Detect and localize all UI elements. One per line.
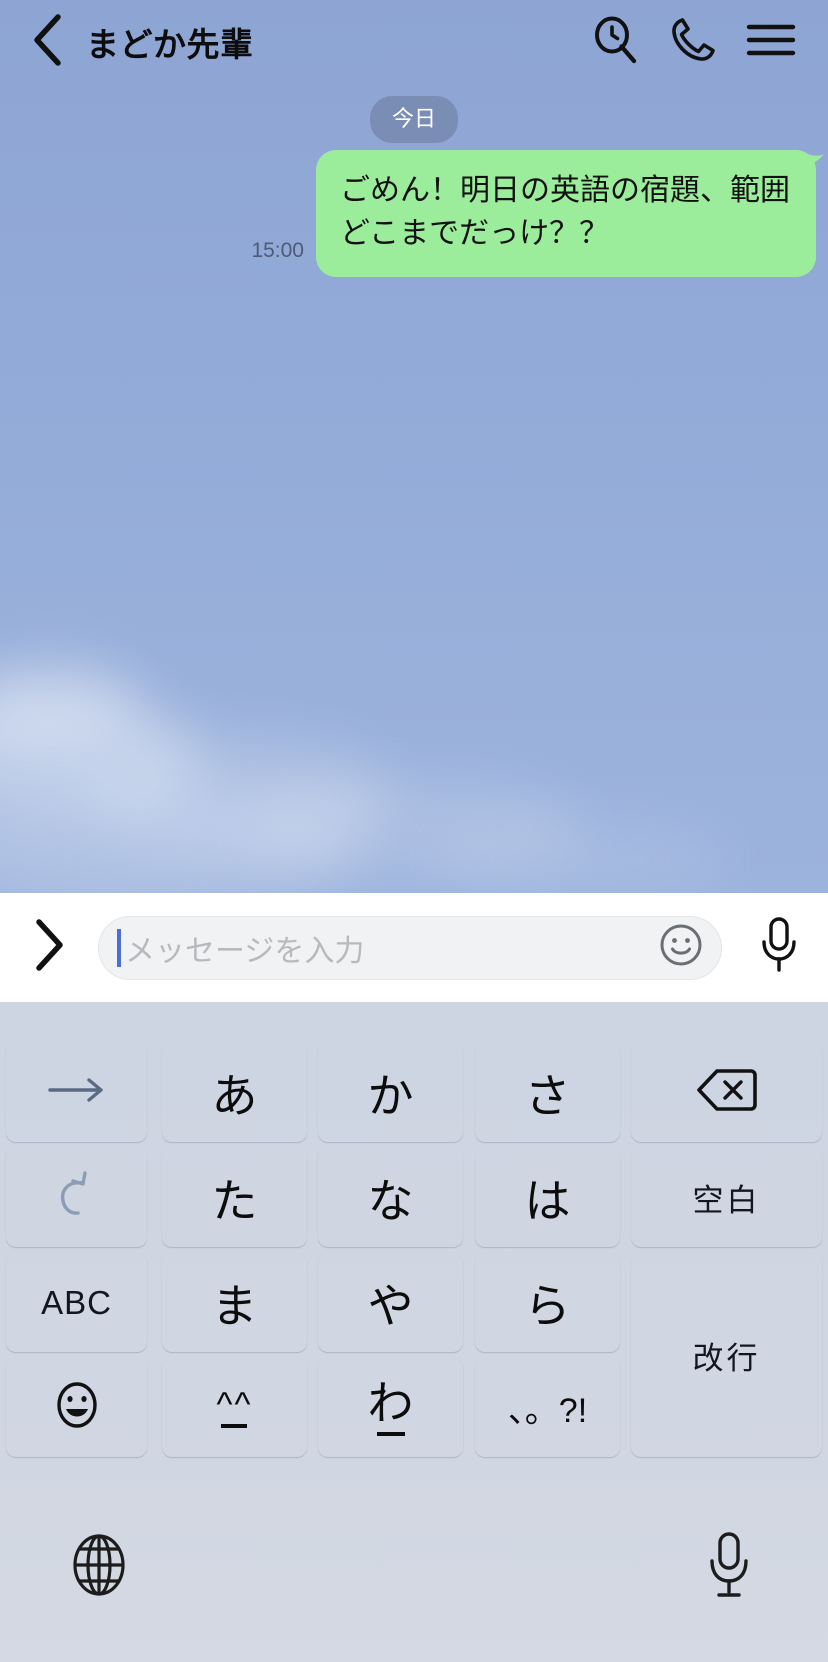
kaomoji-key[interactable]: ^^	[162, 1358, 307, 1457]
kana-ya-label: や	[367, 1279, 414, 1332]
kana-ta-label: た	[211, 1174, 258, 1227]
message-input-bar: メッセージを入力	[0, 893, 828, 1002]
kaomoji-glyph: ^^	[217, 1388, 253, 1428]
backspace-key[interactable]	[631, 1043, 822, 1142]
back-button[interactable]	[14, 0, 80, 84]
kana-na-label: な	[367, 1174, 414, 1227]
message-input-field[interactable]: メッセージを入力	[98, 915, 722, 980]
undo-icon	[53, 1169, 101, 1226]
globe-icon	[68, 1530, 130, 1605]
keyboard-bottom-bar	[0, 1472, 828, 1662]
smiley-face-icon	[52, 1377, 102, 1438]
message-bubble-wrapper: ごめん！明日の英語の宿題、範囲どこまでだっけ？？	[316, 150, 824, 278]
date-divider: 今日	[0, 96, 828, 143]
hamburger-menu-icon	[745, 20, 797, 65]
smiley-face-icon	[658, 922, 704, 973]
chat-header: まどか先輩	[0, 0, 828, 84]
date-pill-label: 今日	[369, 96, 458, 143]
cursor-right-key[interactable]	[6, 1043, 147, 1142]
kana-wa-glyph: わ	[368, 1380, 414, 1436]
message-row-outgoing: 15:00 ごめん！明日の英語の宿題、範囲どこまでだっけ？？	[0, 150, 828, 278]
emoji-key[interactable]	[6, 1358, 147, 1457]
message-text: ごめん！明日の英語の宿題、範囲どこまでだっけ？？	[340, 174, 790, 250]
call-button[interactable]	[654, 0, 732, 84]
abc-mode-label: ABC	[41, 1283, 112, 1321]
search-clock-icon	[590, 15, 640, 70]
kana-na-key[interactable]: な	[318, 1148, 463, 1247]
punctuation-key-label: 、。?!	[507, 1392, 588, 1430]
kana-ha-key[interactable]: は	[475, 1148, 620, 1247]
text-cursor	[117, 928, 121, 967]
kana-a-key[interactable]: あ	[162, 1043, 307, 1142]
message-input-placeholder: メッセージを入力	[125, 934, 365, 968]
space-key-label: 空白	[692, 1183, 761, 1218]
kana-ha-label: は	[524, 1174, 571, 1227]
punctuation-key[interactable]: 、。?!	[475, 1358, 620, 1457]
kana-ya-key[interactable]: や	[318, 1253, 463, 1352]
expand-menu-button[interactable]	[0, 893, 98, 1002]
menu-button[interactable]	[732, 0, 810, 84]
undo-key[interactable]	[6, 1148, 147, 1247]
bubble-tail-icon	[801, 152, 825, 176]
chevron-left-icon	[30, 13, 64, 72]
kana-wa-key[interactable]: わ	[318, 1358, 463, 1457]
cloud-wisp	[430, 820, 730, 893]
kana-ka-label: か	[367, 1069, 414, 1122]
microphone-icon	[758, 916, 800, 979]
message-bubble[interactable]: ごめん！明日の英語の宿題、範囲どこまでだっけ？？	[316, 150, 824, 278]
emoji-picker-button[interactable]	[655, 922, 707, 974]
kana-ka-key[interactable]: か	[318, 1043, 463, 1142]
kaomoji-key-label: ^^	[216, 1385, 253, 1424]
voice-message-button[interactable]	[730, 893, 828, 1002]
kana-a-label: あ	[211, 1069, 258, 1122]
kana-ra-label: ら	[524, 1279, 571, 1332]
space-key[interactable]: 空白	[631, 1148, 822, 1247]
kana-wa-label: わ	[367, 1376, 414, 1429]
kana-sa-key[interactable]: さ	[475, 1043, 620, 1142]
page-title: まどか先輩	[86, 26, 254, 63]
kana-ma-label: ま	[211, 1279, 258, 1332]
kana-ra-key[interactable]: ら	[475, 1253, 620, 1352]
japanese-keyboard: あ か さ た な は 空白 ABC ま や ら 改行 ^^ わ 、。?!	[0, 1002, 828, 1662]
message-timestamp: 15:00	[251, 239, 304, 263]
language-switch-button[interactable]	[56, 1524, 142, 1610]
kana-ta-key[interactable]: た	[162, 1148, 307, 1247]
backspace-icon	[696, 1067, 757, 1118]
return-key-label: 改行	[692, 1340, 761, 1376]
keyboard-key-grid: あ か さ た な は 空白 ABC ま や ら 改行 ^^ わ 、。?!	[0, 1043, 828, 1467]
phone-icon	[668, 15, 718, 70]
microphone-icon	[704, 1530, 754, 1605]
kana-ma-key[interactable]: ま	[162, 1253, 307, 1352]
kana-sa-label: さ	[524, 1069, 571, 1122]
kaomoji-underscore	[221, 1423, 248, 1428]
kana-wa-underscore	[376, 1431, 405, 1436]
abc-mode-key[interactable]: ABC	[6, 1253, 147, 1352]
keyboard-dictation-button[interactable]	[686, 1524, 772, 1610]
chevron-right-icon	[32, 918, 66, 977]
arrow-right-icon	[46, 1075, 108, 1110]
search-button[interactable]	[576, 0, 654, 84]
return-key[interactable]: 改行	[631, 1253, 822, 1457]
line-chat-screen: まどか先輩 今日 15:00 ごめん！明日の英語の宿題、範囲どこまでだっけ？？ …	[0, 0, 828, 1662]
